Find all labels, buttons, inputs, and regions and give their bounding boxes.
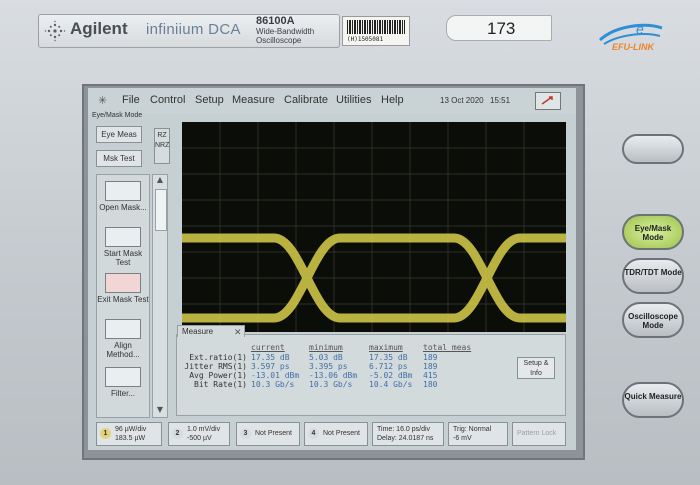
svg-text:e: e	[636, 21, 644, 37]
rz-nrz-selector[interactable]: RZ NRZ	[154, 128, 170, 164]
agilent-logo-icon	[44, 20, 66, 42]
tool-scrollbar[interactable]: ▲ ▼	[152, 174, 168, 418]
serial-barcode-label: (H)1505081	[342, 16, 410, 46]
window-restore-button[interactable]	[535, 92, 561, 110]
quick-measure-button[interactable]: Quick Measure	[622, 382, 684, 418]
channel-2-icon: 2	[172, 428, 183, 439]
asset-number: 173	[487, 19, 516, 38]
measure-tab[interactable]: Measure ✕	[177, 325, 245, 337]
close-icon[interactable]: ✕	[234, 326, 242, 338]
rz-label: RZ	[157, 132, 167, 139]
oscilloscope-mode-button[interactable]: Oscilloscope Mode	[622, 302, 684, 338]
menu-measure[interactable]: Measure	[232, 94, 275, 106]
eye-diagram-display	[182, 122, 566, 332]
model-description: Wide-Bandwidth Oscilloscope	[256, 27, 315, 45]
partner-logo-text: EFU-LINK	[612, 42, 654, 52]
mask-tool-panel: Open Mask... Start Mask Test Exit Mask T…	[96, 174, 150, 418]
exit-mask-icon	[105, 273, 141, 293]
meas-label: Jitter RMS(1)	[184, 362, 247, 371]
nrz-label: NRZ	[155, 142, 170, 149]
col-total-meas: total meas	[423, 343, 472, 352]
top-soft-key[interactable]	[622, 134, 684, 164]
barcode-icon	[347, 20, 405, 34]
meas-label: Ext.ratio(1)	[189, 353, 247, 362]
app-icon: ✳	[98, 94, 108, 107]
restore-icon	[541, 96, 553, 105]
start-mask-icon	[105, 227, 141, 247]
brand-name: Agilent	[70, 19, 128, 38]
open-mask-icon	[105, 181, 141, 201]
time-display: 15:51	[490, 96, 511, 105]
eye-mask-mode-button[interactable]: Eye/Mask Mode	[622, 214, 684, 250]
timebase-button[interactable]: Time: 16.0 ps/div Delay: 24.0187 ns	[372, 422, 444, 446]
partner-logo-icon: e	[598, 21, 663, 45]
asset-tag: 173	[446, 15, 552, 41]
filter-icon	[105, 367, 141, 387]
align-icon	[105, 319, 141, 339]
tdr-tdt-mode-button[interactable]: TDR/TDT Mode	[622, 258, 684, 294]
menu-setup[interactable]: Setup	[195, 94, 224, 106]
mode-label: Eye/Mask Mode	[92, 112, 143, 119]
mask-test-button[interactable]: Msk Test	[96, 150, 142, 167]
channel-4-icon: 4	[308, 428, 319, 439]
serial-number: (H)1505081	[347, 36, 384, 43]
eye-meas-button[interactable]: Eye Meas	[96, 126, 142, 143]
channel-2-button[interactable]: 2 1.0 mV/div -500 µV	[168, 422, 230, 446]
trigger-button[interactable]: Trig: Normal -6 mV	[448, 422, 508, 446]
model-number: 86100A	[256, 15, 295, 27]
scroll-up-icon[interactable]: ▲	[153, 175, 167, 187]
product-name: infiniium DCA	[146, 21, 241, 38]
graticule	[182, 122, 566, 332]
col-current: current	[251, 343, 285, 352]
meas-label: Bit Rate(1)	[194, 380, 247, 389]
menu-calibrate[interactable]: Calibrate	[284, 94, 328, 106]
setup-info-button[interactable]: Setup & Info	[517, 357, 555, 379]
menu-control[interactable]: Control	[150, 94, 185, 106]
menu-bar: ✳ File Control Setup Measure Calibrate U…	[88, 88, 576, 114]
status-bar: 1 96 µW/div 183.5 µW 2 1.0 mV/div -500 µ…	[88, 418, 576, 450]
channel-3-icon: 3	[240, 428, 251, 439]
col-maximum: maximum	[369, 343, 403, 352]
channel-4-button[interactable]: 4 Not Present	[304, 422, 368, 446]
menu-help[interactable]: Help	[381, 94, 404, 106]
measure-panel: Measure ✕ current minimum maximum total …	[176, 325, 566, 416]
scroll-down-icon[interactable]: ▼	[153, 405, 167, 417]
oscilloscope-screen: ✳ File Control Setup Measure Calibrate U…	[88, 88, 576, 450]
date-display: 13 Oct 2020	[440, 96, 484, 105]
meas-label: Avg Power(1)	[189, 371, 247, 380]
channel-3-button[interactable]: 3 Not Present	[236, 422, 300, 446]
eye-diagram-svg	[182, 122, 566, 332]
pattern-lock-button[interactable]: Pattern Lock	[512, 422, 566, 446]
scroll-thumb[interactable]	[155, 189, 167, 231]
menu-file[interactable]: File	[122, 94, 140, 106]
left-panel: Eye Meas Msk Test RZ NRZ Open Mask... St…	[90, 122, 172, 418]
channel-1-button[interactable]: 1 96 µW/div 183.5 µW	[96, 422, 162, 446]
filter-tool[interactable]: Filter...	[97, 361, 149, 417]
col-minimum: minimum	[309, 343, 343, 352]
menu-utilities[interactable]: Utilities	[336, 94, 371, 106]
channel-1-icon: 1	[100, 428, 111, 439]
